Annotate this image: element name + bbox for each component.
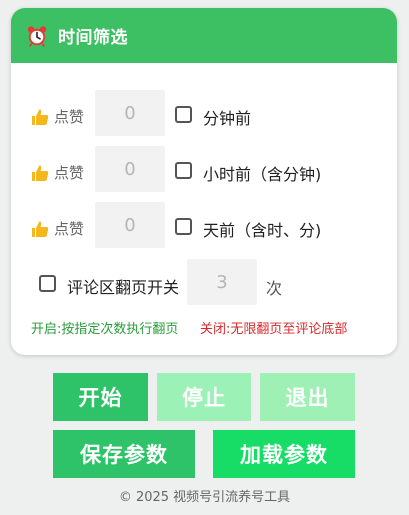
start-button[interactable]: 开始 [53,373,148,421]
exit-button[interactable]: 退出 [260,373,355,421]
paging-off-hint: 关闭:无限翻页至评论底部 [200,322,348,337]
page-count-unit: 次 [266,279,283,298]
thumbs-up-icon [30,219,50,239]
like-label: 点赞 [54,108,85,126]
paging-on-hint: 开启:按指定次数执行翻页 [31,322,179,337]
comment-paging-checkbox[interactable] [39,275,56,292]
thumbs-up-icon [30,163,50,183]
hours-ago-checkbox[interactable] [175,162,192,179]
like-count-input-minutes[interactable]: 0 [95,90,165,136]
thumbs-up-icon [30,107,50,127]
days-ago-label: 天前（含时、分) [203,221,322,240]
load-params-button[interactable]: 加载参数 [213,430,355,478]
card-header: 时间筛选 [11,8,397,63]
days-ago-checkbox[interactable] [175,218,192,235]
like-label: 点赞 [54,164,85,182]
copyright-footer: © 2025 视频号引流养号工具 [118,490,291,505]
hours-ago-label: 小时前（含分钟) [203,165,322,184]
alarm-clock-icon [26,25,48,47]
comment-paging-label: 评论区翻页开关 [67,278,180,297]
save-params-button[interactable]: 保存参数 [53,430,195,478]
comment-page-count-input[interactable]: 3 [187,259,257,305]
card-title: 时间筛选 [58,28,128,48]
like-count-input-hours[interactable]: 0 [95,146,165,192]
like-count-input-days[interactable]: 0 [95,202,165,248]
minutes-ago-checkbox[interactable] [175,106,192,123]
minutes-ago-label: 分钟前 [203,109,252,128]
stop-button[interactable]: 停止 [157,373,251,421]
time-filter-card: 时间筛选 点赞 0 分钟前 点赞 0 小时前（含分钟) 点赞 0 天前（含时、分… [11,8,397,355]
like-label: 点赞 [54,220,85,238]
